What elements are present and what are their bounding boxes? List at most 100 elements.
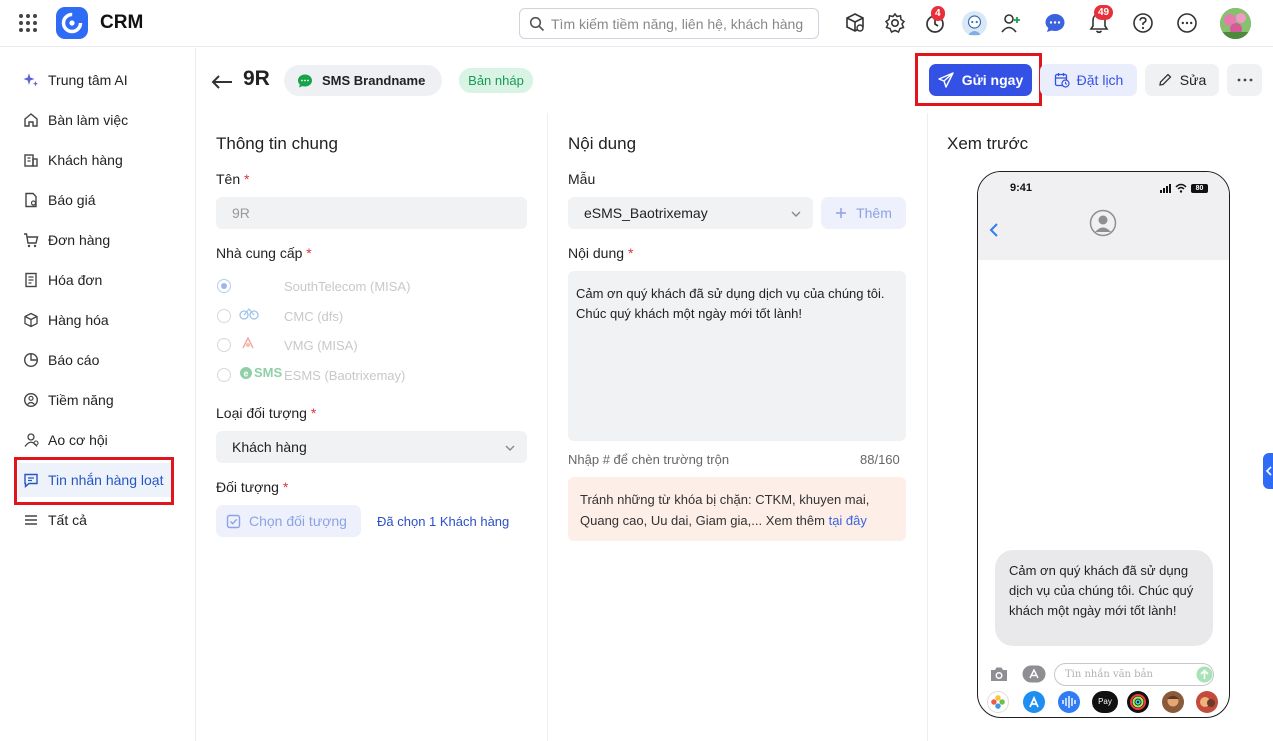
choose-object-button[interactable]: Chọn đối tượng	[216, 505, 361, 537]
content-title: Nội dung	[568, 134, 637, 153]
channel-label: SMS Brandname	[322, 73, 426, 88]
sidebar-item-opportunities[interactable]: Ao cơ hội	[18, 423, 173, 457]
add-user-icon[interactable]	[1000, 12, 1022, 34]
sidebar-item-label: Đơn hàng	[48, 232, 111, 248]
cube-search-icon[interactable]	[844, 12, 866, 34]
target-icon	[23, 392, 39, 408]
sidebar-item-label: Hóa đơn	[48, 272, 103, 288]
wifi-icon	[1175, 183, 1187, 193]
sidebar-item-all[interactable]: Tất cả	[18, 503, 173, 537]
more-actions-button[interactable]	[1227, 64, 1262, 96]
memoji-app-icon[interactable]	[1162, 691, 1184, 713]
vmg-logo-icon	[242, 336, 254, 349]
calendar-clock-icon	[1054, 73, 1070, 88]
building-icon	[24, 154, 38, 167]
column-divider	[927, 113, 928, 741]
side-panel-toggle[interactable]	[1263, 453, 1273, 489]
sidebar-item-quotes[interactable]: Báo giá	[18, 183, 173, 217]
message-icon	[24, 473, 38, 488]
fitness-app-icon[interactable]	[1127, 691, 1149, 713]
sidebar-item-reports[interactable]: Báo cáo	[18, 343, 173, 377]
blocked-keywords-warning: Tránh những từ khóa bị chặn: CTKM, khuye…	[568, 477, 906, 541]
chat-icon[interactable]	[1044, 12, 1066, 34]
search-box[interactable]: Tìm kiếm tiềm năng, liên hệ, khách hàng	[519, 8, 819, 39]
gear-icon[interactable]	[884, 12, 906, 34]
cmc-logo-icon	[239, 308, 259, 320]
invoice-icon	[25, 272, 37, 288]
audio-app-icon[interactable]	[1058, 691, 1080, 713]
warning-link[interactable]: tại đây	[829, 513, 867, 528]
name-label: Tên *	[216, 171, 250, 187]
more-circle-icon[interactable]	[1176, 12, 1198, 34]
send-arrow-icon[interactable]	[1196, 666, 1213, 683]
provider-radio-southtelecom[interactable]	[217, 279, 231, 293]
provider-radio-vmg[interactable]	[217, 338, 231, 352]
chevron-down-icon	[791, 211, 801, 217]
sidebar-item-customers[interactable]: Khách hàng	[18, 143, 173, 177]
imessage-placeholder: Tin nhắn văn bản	[1065, 669, 1153, 680]
status-badge: Bản nháp	[459, 68, 533, 93]
apple-pay-icon[interactable]: Pay	[1092, 691, 1118, 713]
app-store-pill-icon[interactable]	[1022, 665, 1046, 683]
top-bar: CRM Tìm kiếm tiềm năng, liên hệ, khách h…	[0, 0, 1273, 47]
provider-radio-esms[interactable]	[217, 368, 231, 382]
name-field[interactable]: 9R	[216, 197, 527, 229]
pencil-icon	[1158, 73, 1172, 86]
appstore-app-icon[interactable]	[1023, 691, 1045, 713]
esms-logo: e SMS	[239, 365, 282, 380]
sidebar-item-invoices[interactable]: Hóa đơn	[18, 263, 173, 297]
app-grid-icon[interactable]	[18, 13, 38, 33]
sms-bubble-icon	[298, 74, 312, 87]
stickers-app-icon[interactable]	[1196, 691, 1218, 713]
photos-app-icon[interactable]	[987, 691, 1009, 713]
provider-radio-cmc[interactable]	[217, 309, 231, 323]
user-avatar[interactable]	[1220, 8, 1251, 39]
crm-logo[interactable]	[56, 7, 88, 39]
schedule-label: Đặt lịch	[1076, 72, 1124, 88]
sidebar-item-label: Hàng hóa	[48, 312, 109, 328]
warning-text: Tránh những từ khóa bị chặn: CTKM, khuye…	[580, 492, 870, 528]
back-arrow-icon[interactable]	[210, 71, 234, 91]
send-icon	[938, 72, 954, 88]
imessage-input[interactable]: Tin nhắn văn bản	[1054, 663, 1214, 686]
name-value: 9R	[232, 205, 250, 221]
battery-icon: 80	[1191, 184, 1208, 193]
edit-button[interactable]: Sửa	[1145, 64, 1219, 96]
sidebar-item-products[interactable]: Hàng hóa	[18, 303, 173, 337]
merge-field-hint: Nhập # để chèn trường trộn	[568, 452, 730, 467]
search-icon	[529, 16, 545, 32]
message-bubble: Cảm ơn quý khách đã sử dụng dịch vụ của …	[995, 550, 1213, 646]
plus-icon	[836, 208, 847, 218]
char-counter: 88/160	[860, 452, 900, 467]
pie-chart-icon	[23, 352, 39, 368]
object-type-select[interactable]: Khách hàng	[216, 431, 527, 463]
esms-logo-text: SMS	[254, 365, 283, 380]
ellipsis-icon	[1237, 78, 1252, 82]
sidebar-item-label: Ao cơ hội	[48, 432, 108, 448]
help-icon[interactable]	[1132, 12, 1154, 34]
sidebar-item-label: Bàn làm việc	[48, 112, 129, 128]
add-template-button[interactable]: Thêm	[821, 197, 906, 229]
sparkle-icon	[23, 73, 38, 87]
selected-objects-link[interactable]: Đã chọn 1 Khách hàng	[377, 514, 509, 529]
sidebar-item-bulk-messages[interactable]: Tin nhắn hàng loạt	[18, 463, 173, 497]
send-now-button[interactable]: Gửi ngay	[929, 64, 1032, 96]
sidebar-item-workspace[interactable]: Bàn làm việc	[18, 103, 173, 137]
provider-cmc: CMC (dfs)	[284, 309, 344, 324]
message-body-textarea[interactable]: Cảm ơn quý khách đã sử dụng dịch vụ của …	[568, 271, 906, 441]
back-chevron-icon[interactable]	[988, 222, 1000, 238]
sidebar-item-leads[interactable]: Tiềm năng	[18, 383, 173, 417]
chevron-left-icon	[1265, 466, 1272, 476]
contact-avatar-icon	[1089, 209, 1117, 237]
search-placeholder: Tìm kiếm tiềm năng, liên hệ, khách hàng	[551, 16, 804, 32]
sidebar-item-orders[interactable]: Đơn hàng	[18, 223, 173, 257]
signal-icon	[1160, 184, 1171, 193]
sidebar-item-ai-center[interactable]: Trung tâm AI	[18, 63, 173, 97]
sidebar-item-label: Báo giá	[48, 192, 96, 208]
provider-esms: ESMS (Baotrixemay)	[284, 368, 406, 383]
schedule-button[interactable]: Đặt lịch	[1040, 64, 1137, 96]
object-label: Đối tượng *	[216, 479, 289, 495]
template-select[interactable]: eSMS_Baotrixemay	[568, 197, 813, 229]
bot-avatar[interactable]	[962, 11, 987, 36]
camera-icon[interactable]	[989, 666, 1009, 682]
